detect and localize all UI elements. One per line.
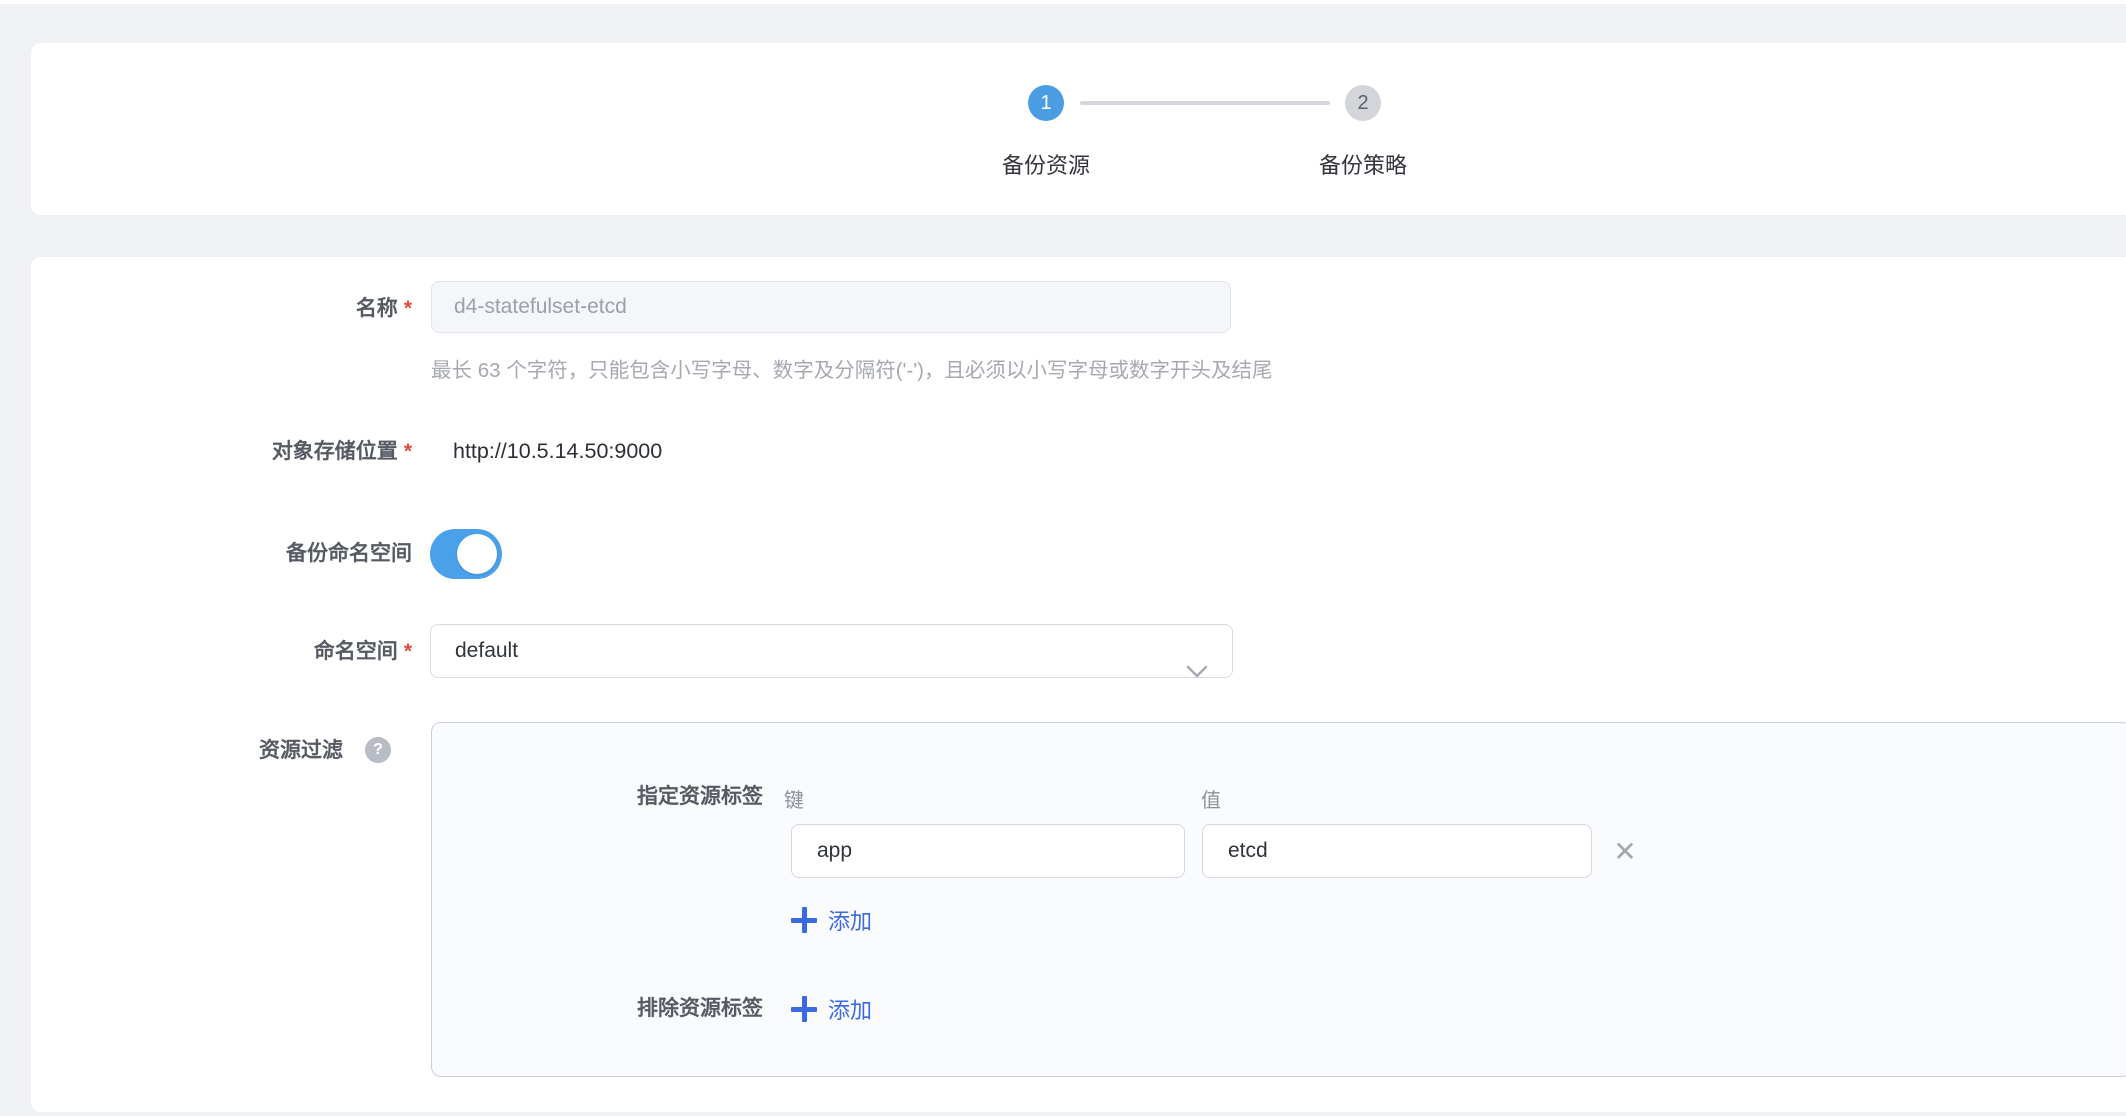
- namespace-label-text: 命名空间: [314, 640, 398, 663]
- namespace-select-value: default: [455, 639, 518, 662]
- include-labels-label: 指定资源标签: [520, 784, 763, 810]
- include-label-key-input[interactable]: [791, 824, 1185, 878]
- required-asterisk: *: [404, 640, 412, 663]
- remove-row-button[interactable]: ✕: [1605, 832, 1645, 872]
- page-bottom-strip: [0, 1112, 2126, 1116]
- plus-icon: [791, 907, 817, 933]
- step-2-label: 备份策略: [1253, 148, 1473, 180]
- exclude-add-label: 添加: [828, 993, 872, 1025]
- include-label-value-input[interactable]: [1202, 824, 1592, 878]
- resource-filter-label-text: 资源过滤: [259, 739, 343, 762]
- step-1-indicator: 1: [1028, 85, 1064, 121]
- step-1-label: 备份资源: [936, 148, 1156, 180]
- namespace-label: 命名空间 *: [150, 639, 430, 665]
- toggle-knob: [457, 534, 497, 574]
- resource-filter-label: 资源过滤: [150, 738, 343, 764]
- exclude-labels-label: 排除资源标签: [520, 996, 763, 1022]
- resource-filter-panel: [431, 722, 2126, 1077]
- exclude-add-button[interactable]: 添加: [791, 992, 872, 1026]
- chevron-down-icon: [1186, 646, 1208, 697]
- step-2-indicator: 2: [1345, 85, 1381, 121]
- name-label: 名称 *: [150, 296, 430, 322]
- name-label-text: 名称: [356, 297, 398, 320]
- stepper-card: 1 2 备份资源 备份策略: [31, 43, 2126, 215]
- close-x-icon: ✕: [1613, 838, 1636, 866]
- backup-namespace-label: 备份命名空间: [150, 541, 430, 567]
- backup-namespace-toggle[interactable]: [430, 529, 502, 579]
- storage-location-value: http://10.5.14.50:9000: [453, 438, 662, 464]
- plus-icon: [791, 996, 817, 1022]
- required-asterisk: *: [404, 440, 412, 463]
- storage-location-label: 对象存储位置 *: [150, 439, 430, 465]
- include-add-label: 添加: [828, 904, 872, 936]
- include-add-button[interactable]: 添加: [791, 903, 872, 937]
- name-helper-text: 最长 63 个字符，只能包含小写字母、数字及分隔符('-')，且必须以小写字母或…: [431, 353, 1531, 383]
- namespace-select[interactable]: default: [430, 624, 1233, 678]
- storage-location-label-text: 对象存储位置: [272, 440, 398, 463]
- name-input[interactable]: [431, 281, 1231, 333]
- value-column-header: 值: [1201, 784, 1221, 813]
- required-asterisk: *: [404, 297, 412, 320]
- key-column-header: 键: [784, 784, 804, 813]
- page-top-strip: [0, 0, 2126, 4]
- step-connector-line: [1080, 101, 1330, 105]
- help-icon[interactable]: ?: [365, 737, 391, 763]
- backup-namespace-label-text: 备份命名空间: [286, 542, 412, 565]
